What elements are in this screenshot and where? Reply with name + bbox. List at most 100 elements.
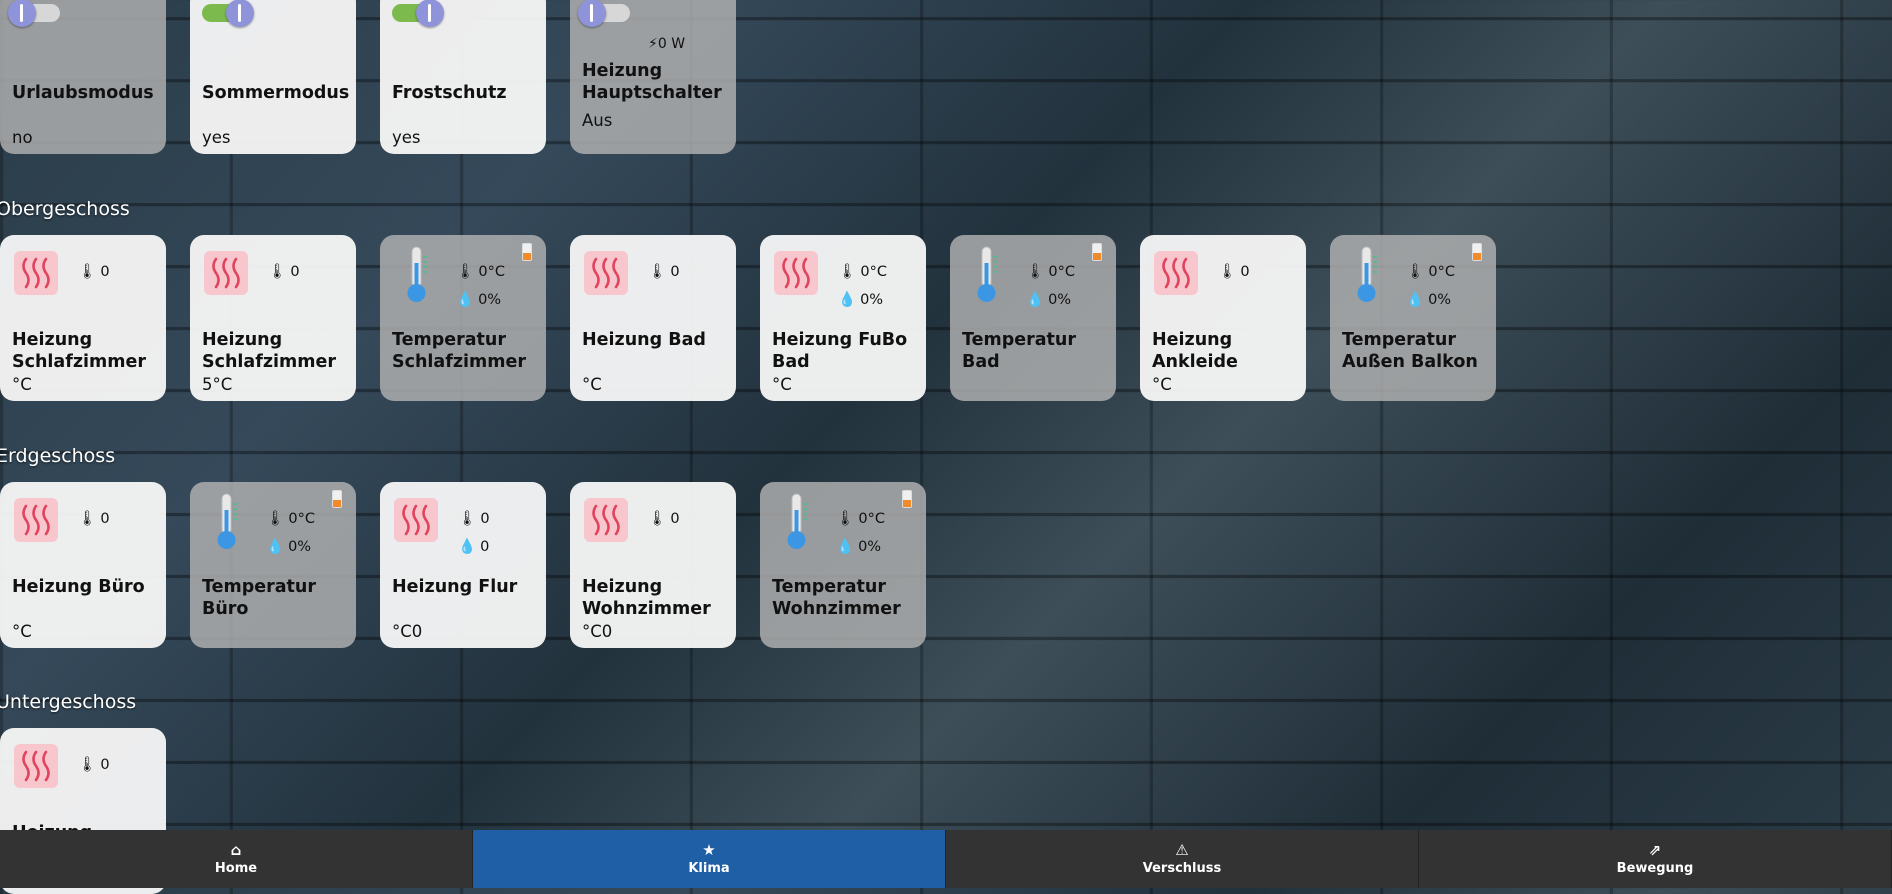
- tile-value: Aus: [582, 111, 613, 130]
- heating-icon: [584, 498, 628, 542]
- toggle-switch[interactable]: [198, 0, 254, 28]
- temperature-sensor-tile[interactable]: 🌡 0°C 💧 0% Temperatur Wohnzimmer: [760, 482, 926, 648]
- tile-value: 5°C: [202, 375, 233, 394]
- battery-icon: [332, 490, 342, 508]
- heater-tile[interactable]: 🌡 0 Heizung Wohnzimmer °C0: [570, 482, 736, 648]
- thermometer-icon: 🌡: [268, 264, 287, 280]
- tile-name: Heizung Bad: [582, 330, 706, 350]
- temperature-sensor-tile[interactable]: 🌡 0°C 💧 0% Temperatur Außen Balkon: [1330, 235, 1496, 401]
- heater-tile[interactable]: 🌡 0 Heizung Schlafzimmer 5°C: [190, 235, 356, 401]
- heating-icon: [14, 251, 58, 295]
- temperature-reading: 🌡 0: [268, 263, 300, 281]
- temperature-reading: 🌡 0: [1218, 263, 1250, 281]
- thermometer-icon: 🌡: [78, 264, 97, 280]
- temperature-sensor-tile[interactable]: 🌡 0°C 💧 0% Temperatur Büro: [190, 482, 356, 648]
- droplet-icon: 💧: [1026, 292, 1045, 308]
- nav-label: Verschluss: [1142, 860, 1222, 876]
- nav-klima[interactable]: ★ Klima: [473, 830, 946, 888]
- heater-tile[interactable]: 🌡 0 Heizung Schlafzimmer °C: [0, 235, 166, 401]
- humidity-reading: 💧 0%: [1026, 291, 1072, 309]
- thermometer-icon: 🌡: [648, 511, 667, 527]
- humidity-reading: 💧 0%: [1406, 291, 1452, 309]
- heating-icon: [204, 251, 248, 295]
- droplet-icon: 💧: [838, 292, 857, 308]
- tile-value: °C0: [392, 622, 423, 641]
- thermometer-small-icon: 🌡: [1406, 264, 1425, 280]
- tile-value: °C: [12, 622, 32, 641]
- power-reading: ⚡0 W: [648, 36, 686, 52]
- thermometer-icon: 🌡: [1218, 264, 1237, 280]
- temperature-reading: 🌡 0: [648, 263, 680, 281]
- nav-label: Klima: [688, 860, 730, 876]
- droplet-icon: 💧: [458, 539, 477, 555]
- tile-name: Urlaubsmodus: [12, 83, 154, 103]
- tile-name: Temperatur Büro: [202, 577, 317, 619]
- battery-icon: [902, 490, 912, 508]
- thermometer-small-icon: 🌡: [456, 264, 475, 280]
- droplet-icon: 💧: [836, 539, 855, 555]
- section-title-obergeschoss: Obergeschoss: [0, 198, 130, 220]
- thermometer-small-icon: 🌡: [1026, 264, 1045, 280]
- humidity-reading: 💧 0%: [838, 291, 884, 309]
- humidity-reading: 💧 0%: [456, 291, 502, 309]
- tile-frostschutz[interactable]: Frostschutz yes: [380, 0, 546, 154]
- heater-tile[interactable]: 🌡 0 💧 0 Heizung Flur °C0: [380, 482, 546, 648]
- heating-icon: [584, 251, 628, 295]
- toggle-switch[interactable]: [388, 0, 444, 28]
- heating-icon: [14, 744, 58, 788]
- section-title-erdgeschoss: Erdgeschoss: [0, 445, 116, 467]
- battery-icon: [1472, 243, 1482, 261]
- tile-name: Temperatur Außen Balkon: [1342, 330, 1478, 372]
- tile-name: Heizung FuBo Bad: [772, 330, 908, 372]
- tile-urlaubsmodus[interactable]: Urlaubsmodus no: [0, 0, 166, 154]
- toggle-switch[interactable]: [8, 0, 64, 28]
- heating-icon: [774, 251, 818, 295]
- temperature-reading: 🌡 0: [78, 510, 110, 528]
- thermometer-icon: [402, 245, 432, 305]
- temperature-reading: 🌡 0°C: [1026, 263, 1076, 281]
- tile-name: Heizung Schlafzimmer: [12, 330, 147, 372]
- home-icon: ⌂: [230, 840, 242, 859]
- thermometer-small-icon: 🌡: [836, 511, 855, 527]
- tile-name: Heizung Büro: [12, 577, 145, 597]
- tile-name: Heizung Flur: [392, 577, 518, 597]
- thermometer-icon: 🌡: [648, 264, 667, 280]
- tile-name: Frostschutz: [392, 83, 507, 103]
- battery-icon: [1092, 243, 1102, 261]
- thermometer-small-icon: 🌡: [266, 511, 285, 527]
- toggle-switch[interactable]: [578, 0, 634, 28]
- warning-icon: ⚠: [1175, 840, 1189, 859]
- nav-home[interactable]: ⌂ Home: [0, 830, 473, 888]
- tile-value: °C: [772, 375, 792, 394]
- heating-icon: [14, 498, 58, 542]
- thermometer-icon: [972, 245, 1002, 305]
- nav-bewegung[interactable]: ⇗ Bewegung: [1419, 830, 1892, 888]
- tile-name: Temperatur Bad: [962, 330, 1077, 372]
- temperature-sensor-tile[interactable]: 🌡 0°C 💧 0% Temperatur Schlafzimmer: [380, 235, 546, 401]
- tile-value: °C: [12, 375, 32, 394]
- heating-icon: [1154, 251, 1198, 295]
- nav-label: Home: [214, 860, 258, 876]
- tile-sommermodus[interactable]: Sommermodus yes: [190, 0, 356, 154]
- tile-value: °C0: [582, 622, 613, 641]
- temperature-sensor-tile[interactable]: 🌡 0°C 💧 0% Temperatur Bad: [950, 235, 1116, 401]
- tile-name: Heizung Schlafzimmer: [202, 330, 337, 372]
- thermometer-icon: [782, 492, 812, 552]
- heater-tile[interactable]: 🌡 0 Heizung Büro °C: [0, 482, 166, 648]
- droplet-icon: 💧: [1406, 292, 1425, 308]
- temperature-reading: 🌡 0°C: [266, 510, 316, 528]
- lightning-icon: ⚡: [648, 36, 658, 52]
- tile-value: °C: [1152, 375, 1172, 394]
- battery-icon: [522, 243, 532, 261]
- heater-tile[interactable]: 🌡 0 Heizung Ankleide °C: [1140, 235, 1306, 401]
- tile-name: Temperatur Schlafzimmer: [392, 330, 527, 372]
- thermometer-icon: 🌡: [458, 511, 477, 527]
- nav-verschluss[interactable]: ⚠ Verschluss: [946, 830, 1419, 888]
- humidity-reading: 💧 0: [458, 538, 490, 556]
- heating-icon: [394, 498, 438, 542]
- nav-label: Bewegung: [1616, 860, 1694, 876]
- tile-heizung-hauptschalter[interactable]: ⚡0 W Heizung Hauptschalter Aus: [570, 0, 736, 154]
- temperature-reading: 🌡 0°C: [838, 263, 888, 281]
- heater-tile[interactable]: 🌡 0 Heizung Bad °C: [570, 235, 736, 401]
- heater-tile[interactable]: 🌡 0°C 💧 0% Heizung FuBo Bad °C: [760, 235, 926, 401]
